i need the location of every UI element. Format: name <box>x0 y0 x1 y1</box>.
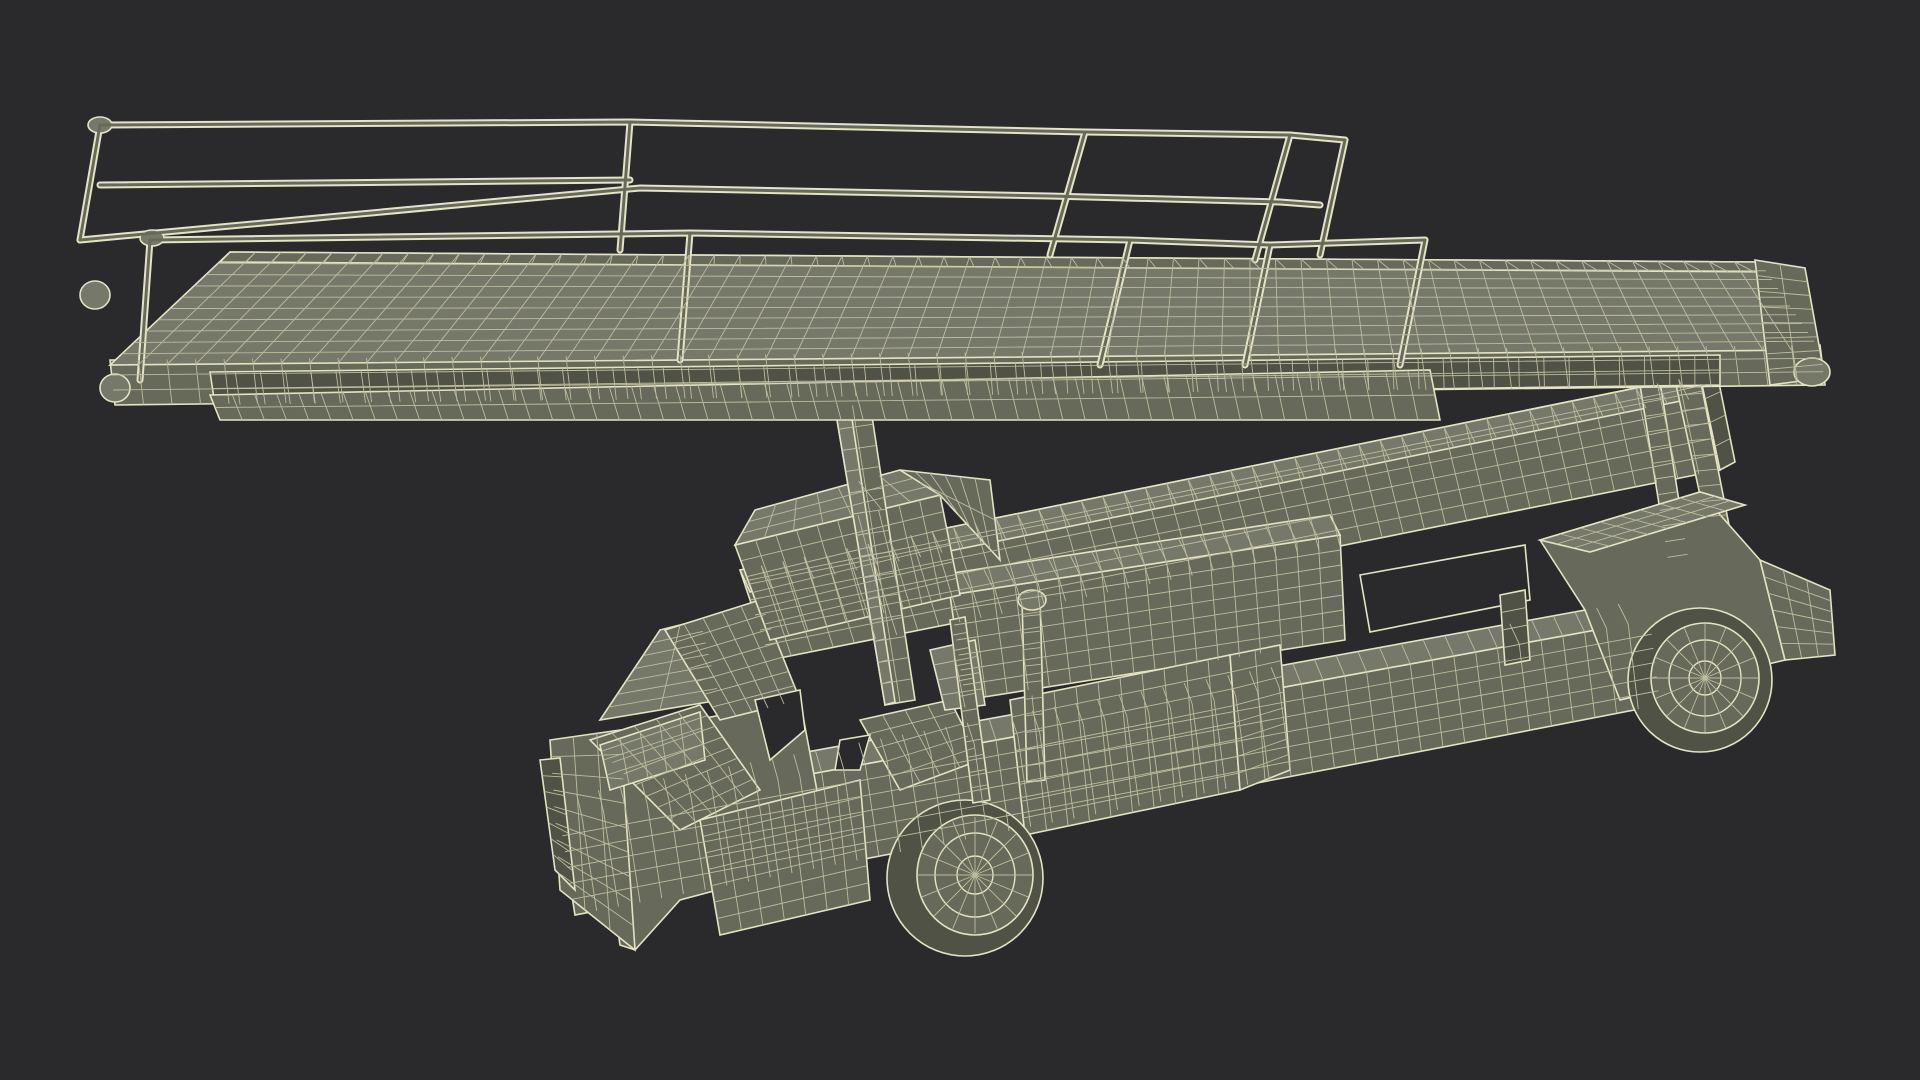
front-wheel <box>886 799 1044 957</box>
rail-core <box>78 123 102 242</box>
rail-core <box>1318 138 1347 257</box>
render-viewport: .surf{fill:#676a5a;stroke:#e4e3c4;stroke… <box>0 0 1920 1080</box>
wheel-spokes <box>917 817 1033 933</box>
belt-loader-wireframe: .surf{fill:#676a5a;stroke:#e4e3c4;stroke… <box>76 116 1836 957</box>
wheel-spokes <box>1651 624 1759 732</box>
